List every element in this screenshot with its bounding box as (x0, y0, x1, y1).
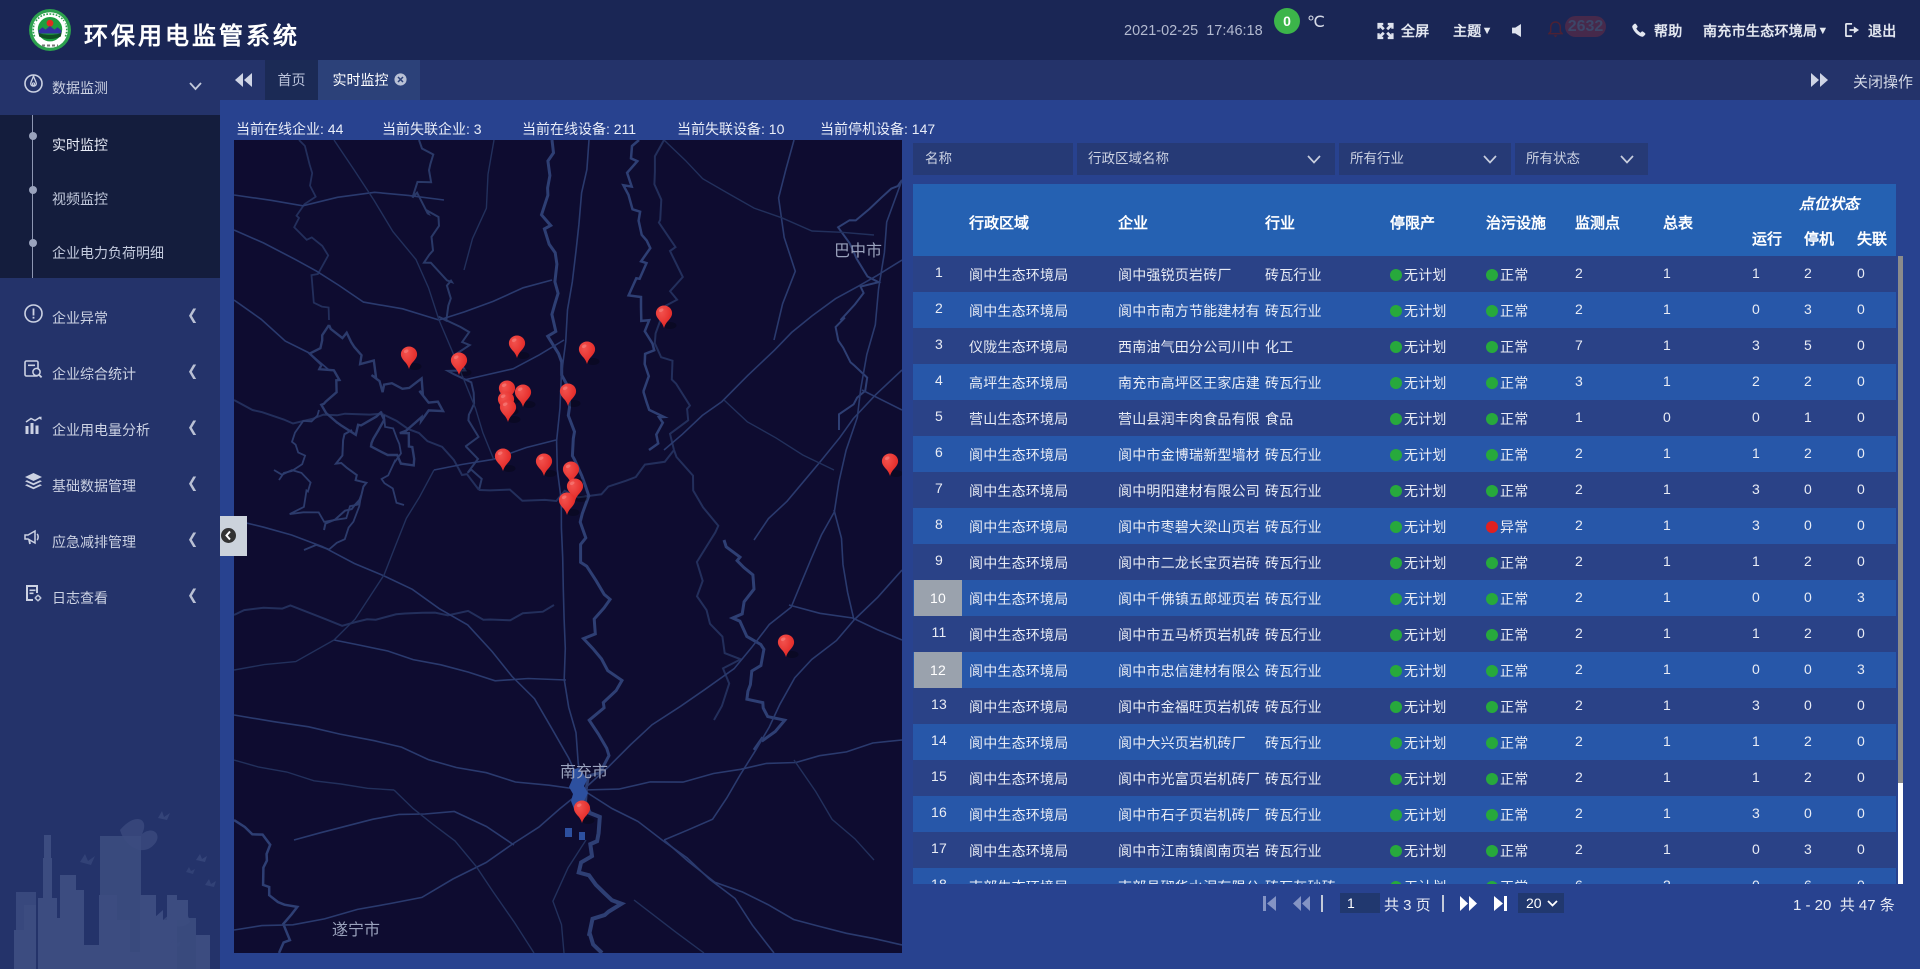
svg-text:遂宁市: 遂宁市 (332, 921, 380, 939)
svg-text:南充市: 南充市 (560, 763, 608, 781)
svg-text:巴中市: 巴中市 (834, 242, 882, 260)
